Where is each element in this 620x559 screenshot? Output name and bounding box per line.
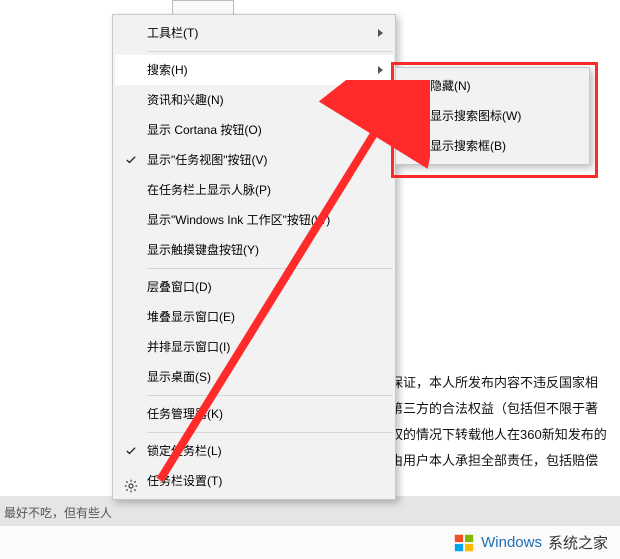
- bg-line: 由用户本人承担全部责任，包括赔偿: [390, 448, 620, 474]
- search-submenu-item-2[interactable]: 显示搜索框(B): [398, 131, 587, 161]
- taskbar-menu-item-4[interactable]: 显示 Cortana 按钮(O): [115, 115, 393, 145]
- bg-line: 权的情况下转载他人在360新知发布的: [390, 422, 620, 448]
- menu-item-label: 隐藏(N): [430, 79, 471, 93]
- taskbar-menu-item-15[interactable]: 任务管理器(K): [115, 399, 393, 429]
- footer-watermark: Windows 系统之家: [0, 525, 620, 559]
- taskbar-context-menu: 工具栏(T) 搜索(H) 资讯和兴趣(N) 显示 Cortana 按钮(O) 显示"任务…: [112, 14, 396, 500]
- menu-separator: [147, 395, 393, 396]
- search-submenu: 隐藏(N) 显示搜索图标(W) 显示搜索框(B): [395, 67, 590, 165]
- taskbar-menu-item-7[interactable]: 显示"Windows Ink 工作区"按钮(W): [115, 205, 393, 235]
- menu-item-label: 显示"任务视图"按钮(V): [147, 153, 268, 167]
- bg-line: 保证，本人所发布内容不违反国家相: [390, 370, 620, 396]
- taskbar-menu-item-12[interactable]: 并排显示窗口(I): [115, 332, 393, 362]
- taskbar-menu-item-6[interactable]: 在任务栏上显示人脉(P): [115, 175, 393, 205]
- menu-separator: [147, 51, 393, 52]
- footer-brand-en: Windows: [481, 534, 542, 551]
- taskbar-menu-item-13[interactable]: 显示桌面(S): [115, 362, 393, 392]
- menu-item-label: 任务栏设置(T): [147, 474, 222, 488]
- taskbar-menu-item-2[interactable]: 搜索(H): [115, 55, 393, 85]
- check-icon: [409, 81, 419, 91]
- taskbar-menu-item-18[interactable]: 任务栏设置(T): [115, 466, 393, 496]
- footer-logo: Windows 系统之家: [453, 532, 608, 554]
- menu-item-label: 显示"Windows Ink 工作区"按钮(W): [147, 213, 330, 227]
- menu-item-label: 工具栏(T): [147, 26, 198, 40]
- taskbar-menu-item-3[interactable]: 资讯和兴趣(N): [115, 85, 393, 115]
- chevron-right-icon: [378, 29, 383, 37]
- taskbar-menu-item-5[interactable]: 显示"任务视图"按钮(V): [115, 145, 393, 175]
- footer-brand-cn: 系统之家: [548, 532, 608, 553]
- taskbar-menu-item-8[interactable]: 显示触摸键盘按钮(Y): [115, 235, 393, 265]
- menu-item-label: 任务管理器(K): [147, 407, 223, 421]
- taskbar-menu-item-10[interactable]: 层叠窗口(D): [115, 272, 393, 302]
- chevron-right-icon: [378, 96, 383, 104]
- chevron-right-icon: [378, 66, 383, 74]
- menu-separator: [147, 432, 393, 433]
- menu-separator: [147, 268, 393, 269]
- menu-item-label: 显示搜索框(B): [430, 139, 506, 153]
- taskbar-menu-item-0[interactable]: 工具栏(T): [115, 18, 393, 48]
- menu-item-label: 显示桌面(S): [147, 370, 211, 384]
- menu-item-label: 显示 Cortana 按钮(O): [147, 123, 262, 137]
- bg-article-text: 保证，本人所发布内容不违反国家相 第三方的合法权益（包括但不限于著 权的情况下转…: [390, 370, 620, 474]
- menu-item-label: 在任务栏上显示人脉(P): [147, 183, 271, 197]
- menu-item-label: 并排显示窗口(I): [147, 340, 230, 354]
- taskbar-menu-item-17[interactable]: 锁定任务栏(L): [115, 436, 393, 466]
- search-submenu-item-0[interactable]: 隐藏(N): [398, 71, 587, 101]
- menu-item-label: 显示搜索图标(W): [430, 109, 521, 123]
- windows-logo-icon: [453, 532, 475, 554]
- menu-item-label: 堆叠显示窗口(E): [147, 310, 235, 324]
- menu-item-label: 资讯和兴趣(N): [147, 93, 224, 107]
- bg-fragment: [172, 0, 234, 15]
- check-icon: [126, 446, 136, 456]
- taskbar-menu-item-11[interactable]: 堆叠显示窗口(E): [115, 302, 393, 332]
- bg-strip-text: 最好不吃，但有些人: [4, 504, 112, 521]
- menu-item-label: 锁定任务栏(L): [147, 444, 222, 458]
- check-icon: [126, 155, 136, 165]
- menu-item-label: 层叠窗口(D): [147, 280, 212, 294]
- gear-icon: [124, 474, 138, 488]
- menu-item-label: 搜索(H): [147, 63, 188, 77]
- search-submenu-item-1[interactable]: 显示搜索图标(W): [398, 101, 587, 131]
- bg-strip: 最好不吃，但有些人: [0, 496, 620, 526]
- bg-line: 第三方的合法权益（包括但不限于著: [390, 396, 620, 422]
- menu-item-label: 显示触摸键盘按钮(Y): [147, 243, 259, 257]
